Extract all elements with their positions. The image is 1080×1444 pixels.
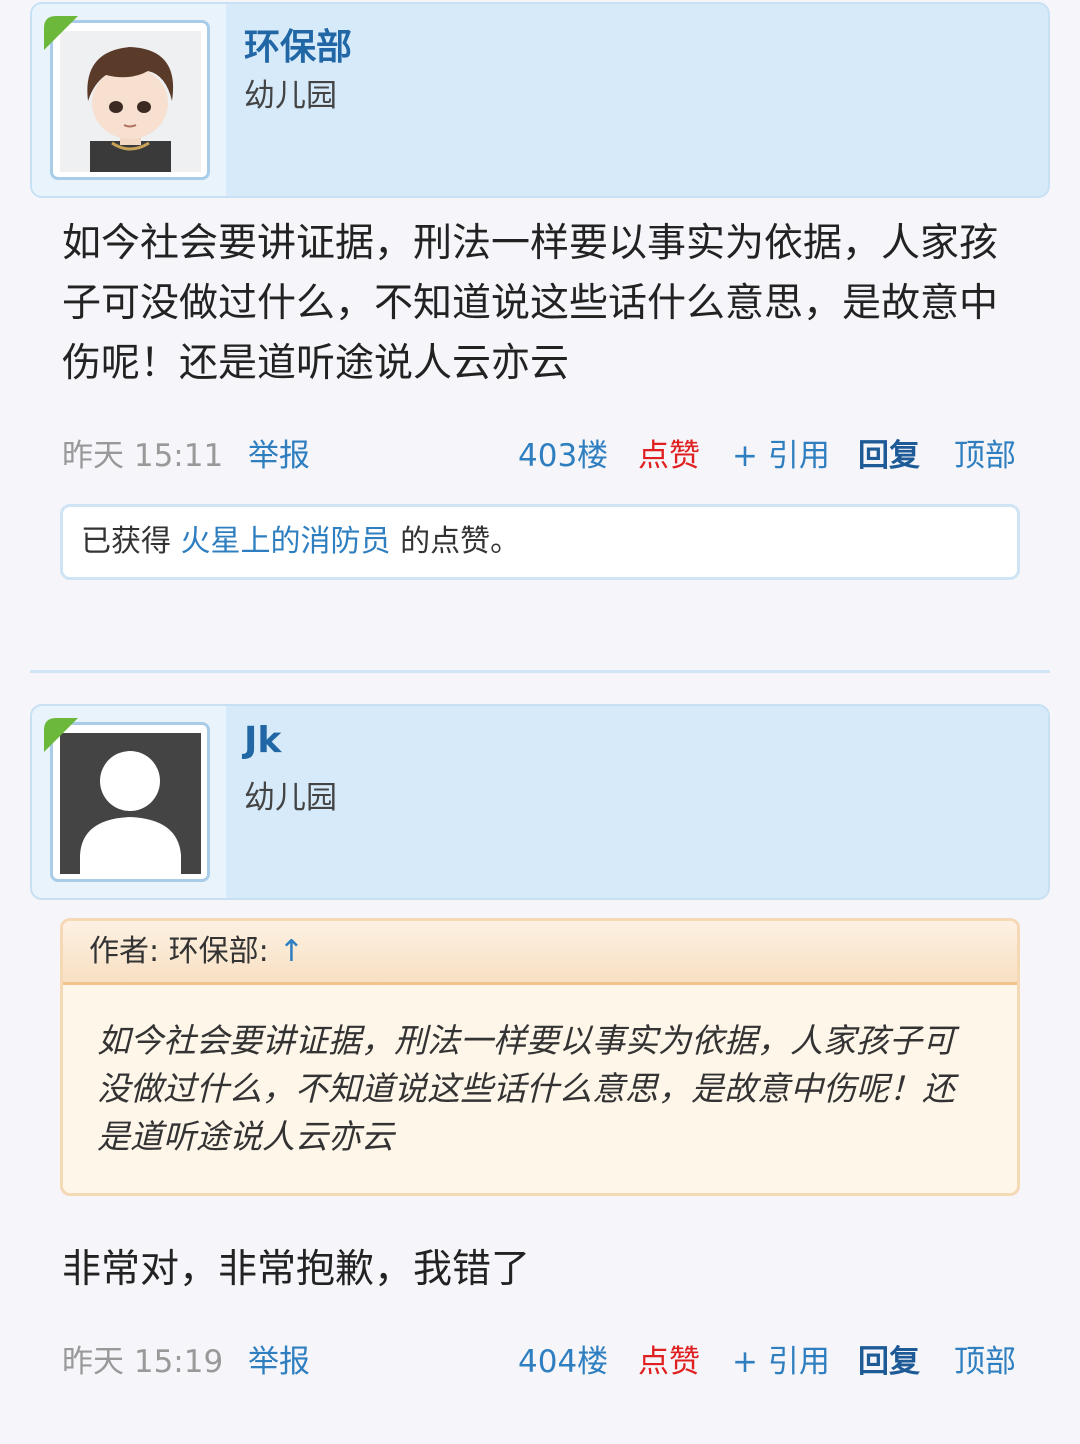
likes-suffix: 的点赞。	[400, 524, 521, 559]
report-link[interactable]: 举报	[248, 430, 310, 475]
post-time: 昨天 15:11	[62, 438, 224, 474]
reply-button[interactable]: 回复	[858, 430, 920, 475]
quote-header: 作者: 环保部: ↑	[63, 921, 1017, 985]
avatar-column	[32, 4, 226, 196]
quote-button[interactable]: + 引用	[732, 1336, 830, 1381]
level-corner-icon	[44, 718, 78, 752]
like-button[interactable]: 点赞	[638, 1336, 700, 1381]
reply-button[interactable]: 回复	[858, 1336, 920, 1381]
default-user-avatar-icon	[60, 733, 201, 874]
likes-prefix: 已获得	[81, 524, 171, 559]
back-to-top-link[interactable]: 顶部	[954, 430, 1016, 475]
likes-notice: 已获得 火星上的消防员 的点赞。	[60, 504, 1020, 580]
level-corner-icon	[44, 16, 78, 50]
liker-link[interactable]: 火星上的消防员	[181, 524, 391, 559]
username[interactable]: 环保部	[244, 18, 352, 70]
username[interactable]: Jk	[244, 720, 281, 761]
cartoon-boy-avatar-icon	[60, 31, 201, 172]
jump-to-quote-icon[interactable]: ↑	[279, 934, 304, 969]
avatar-column	[32, 706, 226, 898]
like-button[interactable]: 点赞	[638, 430, 700, 475]
quoted-post: 作者: 环保部: ↑ 如今社会要讲证据，刑法一样要以事实为依据，人家孩子可没做过什…	[60, 918, 1020, 1196]
post-header: Jk 幼儿园	[30, 704, 1050, 900]
post-divider	[30, 670, 1050, 673]
user-level: 幼儿园	[244, 78, 337, 114]
report-link[interactable]: 举报	[248, 1336, 310, 1381]
post-time: 昨天 15:19	[62, 1344, 224, 1380]
post-header: 环保部 幼儿园	[30, 2, 1050, 198]
quote-button[interactable]: + 引用	[732, 430, 830, 475]
post-actions: 昨天 15:19 举报 404楼 点赞 + 引用 回复 顶部	[0, 1336, 1080, 1384]
user-level: 幼儿园	[244, 780, 337, 816]
post-actions: 昨天 15:11 举报 403楼 点赞 + 引用 回复 顶部	[0, 430, 1080, 478]
floor-number[interactable]: 404楼	[518, 1336, 608, 1381]
post-body: 非常对，非常抱歉，我错了	[62, 1247, 531, 1292]
back-to-top-link[interactable]: 顶部	[954, 1336, 1016, 1381]
floor-number[interactable]: 403楼	[518, 430, 608, 475]
post-body: 如今社会要讲证据，刑法一样要以事实为依据，人家孩子可没做过什么，不知道说这些话什…	[62, 221, 999, 386]
quote-author: 作者: 环保部:	[89, 934, 269, 969]
quote-text: 如今社会要讲证据，刑法一样要以事实为依据，人家孩子可没做过什么，不知道说这些话什…	[97, 1021, 955, 1156]
